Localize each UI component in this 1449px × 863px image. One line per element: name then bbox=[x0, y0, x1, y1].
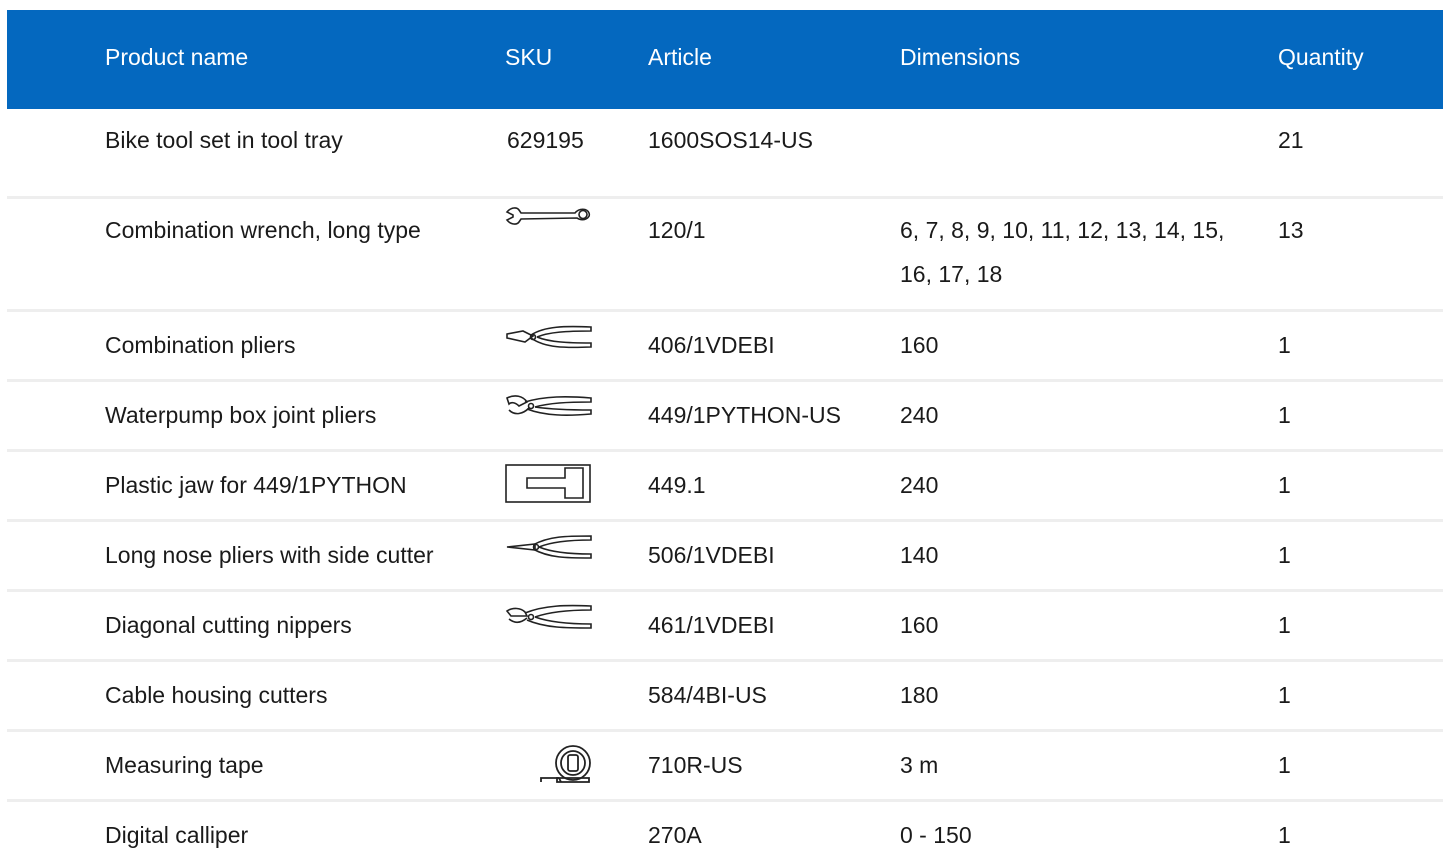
product-quantity: 1 bbox=[1278, 402, 1291, 428]
product-name: Digital calliper bbox=[105, 822, 249, 848]
product-quantity: 1 bbox=[1278, 332, 1291, 358]
product-name: Measuring tape bbox=[105, 752, 264, 778]
product-dimensions: 160 bbox=[900, 332, 939, 358]
table-header: Product name SKU Article Dimensions Quan… bbox=[7, 10, 1443, 109]
table-row: Diagonal cutting nippers 461/1VDEBI 160 … bbox=[7, 592, 1443, 662]
product-dimensions: 240 bbox=[900, 472, 939, 498]
product-quantity: 21 bbox=[1278, 127, 1304, 153]
header-sku[interactable]: SKU bbox=[505, 43, 552, 71]
waterpump-pliers-icon bbox=[505, 392, 593, 422]
header-article[interactable]: Article bbox=[648, 43, 712, 71]
header-quantity[interactable]: Quantity bbox=[1278, 43, 1364, 71]
product-name: Plastic jaw for 449/1PYTHON bbox=[105, 472, 407, 498]
product-article: 449.1 bbox=[648, 472, 706, 498]
table-row: Combination wrench, long type 120/1 6, 7… bbox=[7, 199, 1443, 312]
product-quantity: 1 bbox=[1278, 682, 1291, 708]
product-quantity: 1 bbox=[1278, 472, 1291, 498]
header-product-name[interactable]: Product name bbox=[105, 43, 248, 71]
header-dimensions[interactable]: Dimensions bbox=[900, 43, 1020, 71]
table-row: Combination pliers 406/1VDEBI 160 1 bbox=[7, 312, 1443, 382]
product-article: 406/1VDEBI bbox=[648, 332, 775, 358]
product-article: 461/1VDEBI bbox=[648, 612, 775, 638]
product-article: 1600SOS14-US bbox=[648, 127, 813, 153]
product-dimensions: 3 m bbox=[900, 752, 939, 778]
product-dimensions: 140 bbox=[900, 542, 939, 568]
product-article: 506/1VDEBI bbox=[648, 542, 775, 568]
product-sku: 629195 bbox=[507, 127, 584, 153]
product-article: 710R-US bbox=[648, 752, 743, 778]
table-row: Waterpump box joint pliers 449/1PYTHON-U… bbox=[7, 382, 1443, 452]
product-quantity: 1 bbox=[1278, 542, 1291, 568]
product-dimensions: 6, 7, 8, 9, 10, 11, 12, 13, 14, 15, 16, … bbox=[900, 217, 1225, 287]
product-article: 584/4BI-US bbox=[648, 682, 767, 708]
measuring-tape-icon bbox=[539, 744, 595, 786]
product-quantity: 1 bbox=[1278, 612, 1291, 638]
product-dimensions: 0 - 150 bbox=[900, 822, 972, 848]
product-quantity: 1 bbox=[1278, 752, 1291, 778]
table-row: Plastic jaw for 449/1PYTHON 449.1 240 1 bbox=[7, 452, 1443, 522]
combination-pliers-icon bbox=[505, 322, 593, 352]
product-article: 270A bbox=[648, 822, 702, 848]
product-name: Bike tool set in tool tray bbox=[105, 127, 343, 153]
table-row: Digital calliper 270A 0 - 150 1 bbox=[7, 802, 1443, 862]
product-quantity: 13 bbox=[1278, 217, 1304, 243]
product-name: Long nose pliers with side cutter bbox=[105, 542, 434, 568]
product-name: Diagonal cutting nippers bbox=[105, 612, 352, 638]
long-nose-pliers-icon bbox=[505, 532, 593, 562]
product-name: Cable housing cutters bbox=[105, 682, 328, 708]
product-article: 449/1PYTHON-US bbox=[648, 402, 842, 428]
product-dimensions: 240 bbox=[900, 402, 939, 428]
product-quantity: 1 bbox=[1278, 822, 1291, 848]
product-name: Combination wrench, long type bbox=[105, 217, 421, 243]
combination-wrench-icon bbox=[505, 202, 593, 242]
product-table: Product name SKU Article Dimensions Quan… bbox=[7, 10, 1443, 862]
product-article: 120/1 bbox=[648, 217, 706, 243]
product-name: Combination pliers bbox=[105, 332, 296, 358]
diagonal-nippers-icon bbox=[505, 602, 593, 632]
table-row: Bike tool set in tool tray 629195 1600SO… bbox=[7, 109, 1443, 199]
table-row: Measuring tape 710R-US 3 m 1 bbox=[7, 732, 1443, 802]
product-dimensions: 160 bbox=[900, 612, 939, 638]
product-name: Waterpump box joint pliers bbox=[105, 402, 377, 428]
table-row: Cable housing cutters 584/4BI-US 180 1 bbox=[7, 662, 1443, 732]
table-row: Long nose pliers with side cutter 506/1V… bbox=[7, 522, 1443, 592]
product-dimensions: 180 bbox=[900, 682, 939, 708]
plastic-jaw-icon bbox=[505, 464, 593, 504]
